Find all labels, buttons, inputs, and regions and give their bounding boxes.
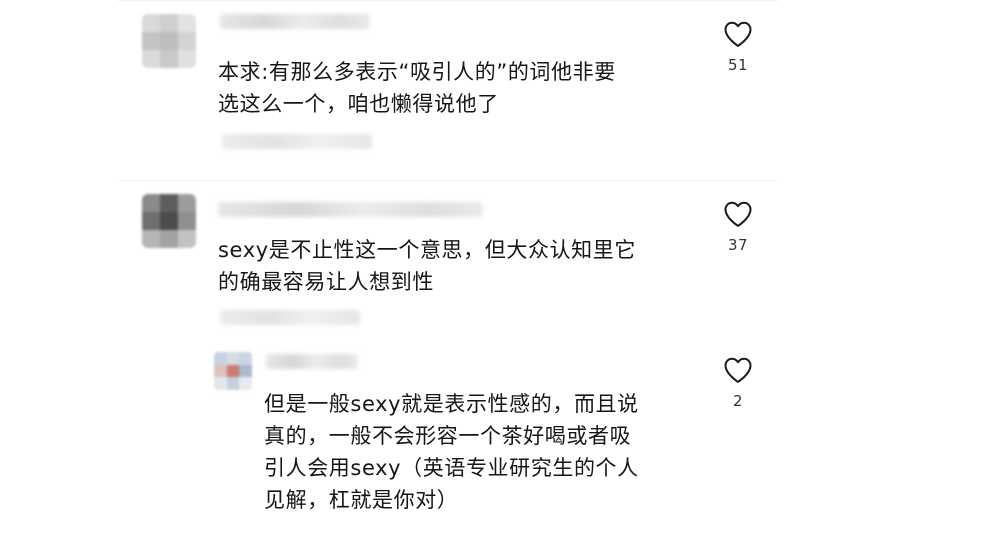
- username-blurred[interactable]: [220, 14, 370, 29]
- like-button[interactable]: 51: [718, 20, 758, 74]
- username-blurred[interactable]: [266, 354, 358, 369]
- comment-text: 本求:有那么多表示“吸引人的”的词他非要 选这么一个，咱也懒得说他了: [218, 60, 616, 116]
- heart-outline-icon[interactable]: [723, 356, 753, 384]
- heart-outline-icon[interactable]: [723, 20, 753, 48]
- heart-outline-icon[interactable]: [723, 200, 753, 228]
- comment-list: 本求:有那么多表示“吸引人的”的词他非要 选这么一个，咱也懒得说他了 51 se…: [118, 0, 778, 533]
- avatar[interactable]: [142, 14, 196, 68]
- like-button[interactable]: 2: [718, 356, 758, 410]
- like-count: 2: [732, 392, 744, 410]
- comment-text: 但是一般sexy就是表示性感的，而且说 真的，一般不会形容一个茶好喝或者吸 引人…: [264, 392, 639, 512]
- comment-meta-blurred: [222, 134, 372, 149]
- comment-item: 本求:有那么多表示“吸引人的”的词他非要 选这么一个，咱也懒得说他了 51: [118, 0, 778, 175]
- like-count: 51: [727, 56, 749, 74]
- reply-item: 但是一般sexy就是表示性感的，而且说 真的，一般不会形容一个茶好喝或者吸 引人…: [118, 340, 778, 533]
- like-count: 37: [727, 236, 749, 254]
- like-button[interactable]: 37: [718, 200, 758, 254]
- avatar[interactable]: [214, 352, 252, 390]
- comment-text: sexy是不止性这一个意思，但大众认知里它 的确最容易让人想到性: [218, 238, 636, 294]
- comment-item: sexy是不止性这一个意思，但大众认知里它 的确最容易让人想到性 37: [118, 180, 778, 340]
- comment-meta-blurred: [220, 310, 360, 325]
- username-blurred[interactable]: [218, 202, 483, 217]
- avatar[interactable]: [142, 194, 196, 248]
